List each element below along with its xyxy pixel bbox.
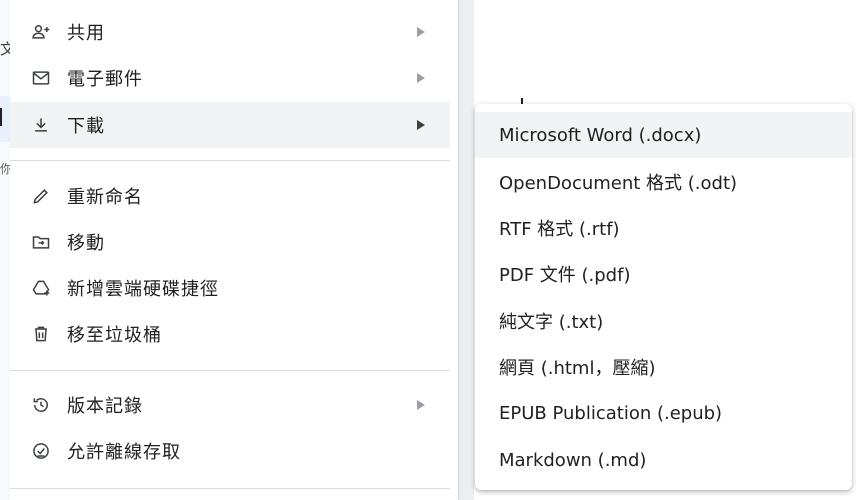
menu-item-label: 版本記錄 bbox=[67, 396, 143, 417]
menu-item-rename[interactable]: 重新命名 bbox=[10, 173, 450, 219]
submenu-arrow-icon bbox=[417, 27, 425, 37]
submenu-item-label: 網頁 (.html，壓縮) bbox=[499, 358, 656, 379]
drive-shortcut-icon bbox=[30, 277, 52, 299]
file-menu: 共用 電子郵件 下載 重新命名 移動 新增雲端硬碟捷徑 移至垃圾桶 版本記錄 允… bbox=[10, 0, 458, 500]
submenu-arrow-icon bbox=[417, 400, 425, 410]
download-option-html[interactable]: 網頁 (.html，壓縮) bbox=[475, 344, 852, 390]
menu-divider bbox=[10, 370, 450, 371]
move-folder-icon bbox=[30, 231, 52, 253]
menu-item-move[interactable]: 移動 bbox=[10, 219, 450, 265]
menu-item-add-shortcut[interactable]: 新增雲端硬碟捷徑 bbox=[10, 265, 450, 311]
background-selected-row bbox=[0, 96, 10, 142]
menu-item-email[interactable]: 電子郵件 bbox=[10, 55, 450, 101]
download-option-odt[interactable]: OpenDocument 格式 (.odt) bbox=[475, 159, 852, 205]
menu-item-download[interactable]: 下載 bbox=[10, 102, 450, 148]
menu-divider bbox=[10, 160, 450, 161]
document-margin bbox=[458, 0, 474, 500]
download-icon bbox=[30, 114, 52, 136]
submenu-item-label: PDF 文件 (.pdf) bbox=[499, 265, 631, 286]
menu-item-share[interactable]: 共用 bbox=[10, 9, 450, 55]
person-add-icon bbox=[30, 21, 52, 43]
submenu-item-label: Markdown (.md) bbox=[499, 449, 647, 471]
download-option-epub[interactable]: EPUB Publication (.epub) bbox=[475, 390, 852, 436]
menu-item-version-history[interactable]: 版本記錄 bbox=[10, 382, 450, 428]
submenu-arrow-icon bbox=[417, 120, 425, 130]
menu-divider bbox=[10, 488, 450, 489]
offline-check-icon bbox=[30, 440, 52, 462]
menu-item-label: 移動 bbox=[67, 233, 105, 254]
submenu-item-label: OpenDocument 格式 (.odt) bbox=[499, 173, 738, 194]
trash-icon bbox=[30, 323, 52, 345]
download-option-md[interactable]: Markdown (.md) bbox=[475, 437, 852, 483]
submenu-item-label: RTF 格式 (.rtf) bbox=[499, 219, 620, 240]
pencil-icon bbox=[30, 185, 52, 207]
menu-item-label: 重新命名 bbox=[67, 187, 143, 208]
menu-item-offline[interactable]: 允許離線存取 bbox=[10, 428, 450, 474]
submenu-arrow-icon bbox=[417, 73, 425, 83]
menu-item-label: 允許離線存取 bbox=[67, 442, 181, 463]
download-option-rtf[interactable]: RTF 格式 (.rtf) bbox=[475, 205, 852, 251]
background-sidebar: 文 你 bbox=[0, 0, 15, 500]
mail-icon bbox=[30, 67, 52, 89]
history-icon bbox=[30, 394, 52, 416]
submenu-item-label: EPUB Publication (.epub) bbox=[499, 402, 723, 424]
menu-item-label: 電子郵件 bbox=[67, 69, 143, 90]
download-submenu: Microsoft Word (.docx) OpenDocument 格式 (… bbox=[475, 104, 852, 490]
menu-item-label: 新增雲端硬碟捷徑 bbox=[67, 279, 219, 300]
download-option-txt[interactable]: 純文字 (.txt) bbox=[475, 298, 852, 344]
menu-item-trash[interactable]: 移至垃圾桶 bbox=[10, 311, 450, 357]
menu-item-label: 移至垃圾桶 bbox=[67, 325, 162, 346]
download-option-docx[interactable]: Microsoft Word (.docx) bbox=[475, 112, 852, 158]
submenu-item-label: Microsoft Word (.docx) bbox=[499, 124, 702, 146]
download-option-pdf[interactable]: PDF 文件 (.pdf) bbox=[475, 251, 852, 297]
submenu-item-label: 純文字 (.txt) bbox=[499, 312, 604, 333]
menu-item-label: 下載 bbox=[67, 116, 105, 137]
menu-item-label: 共用 bbox=[67, 23, 105, 44]
